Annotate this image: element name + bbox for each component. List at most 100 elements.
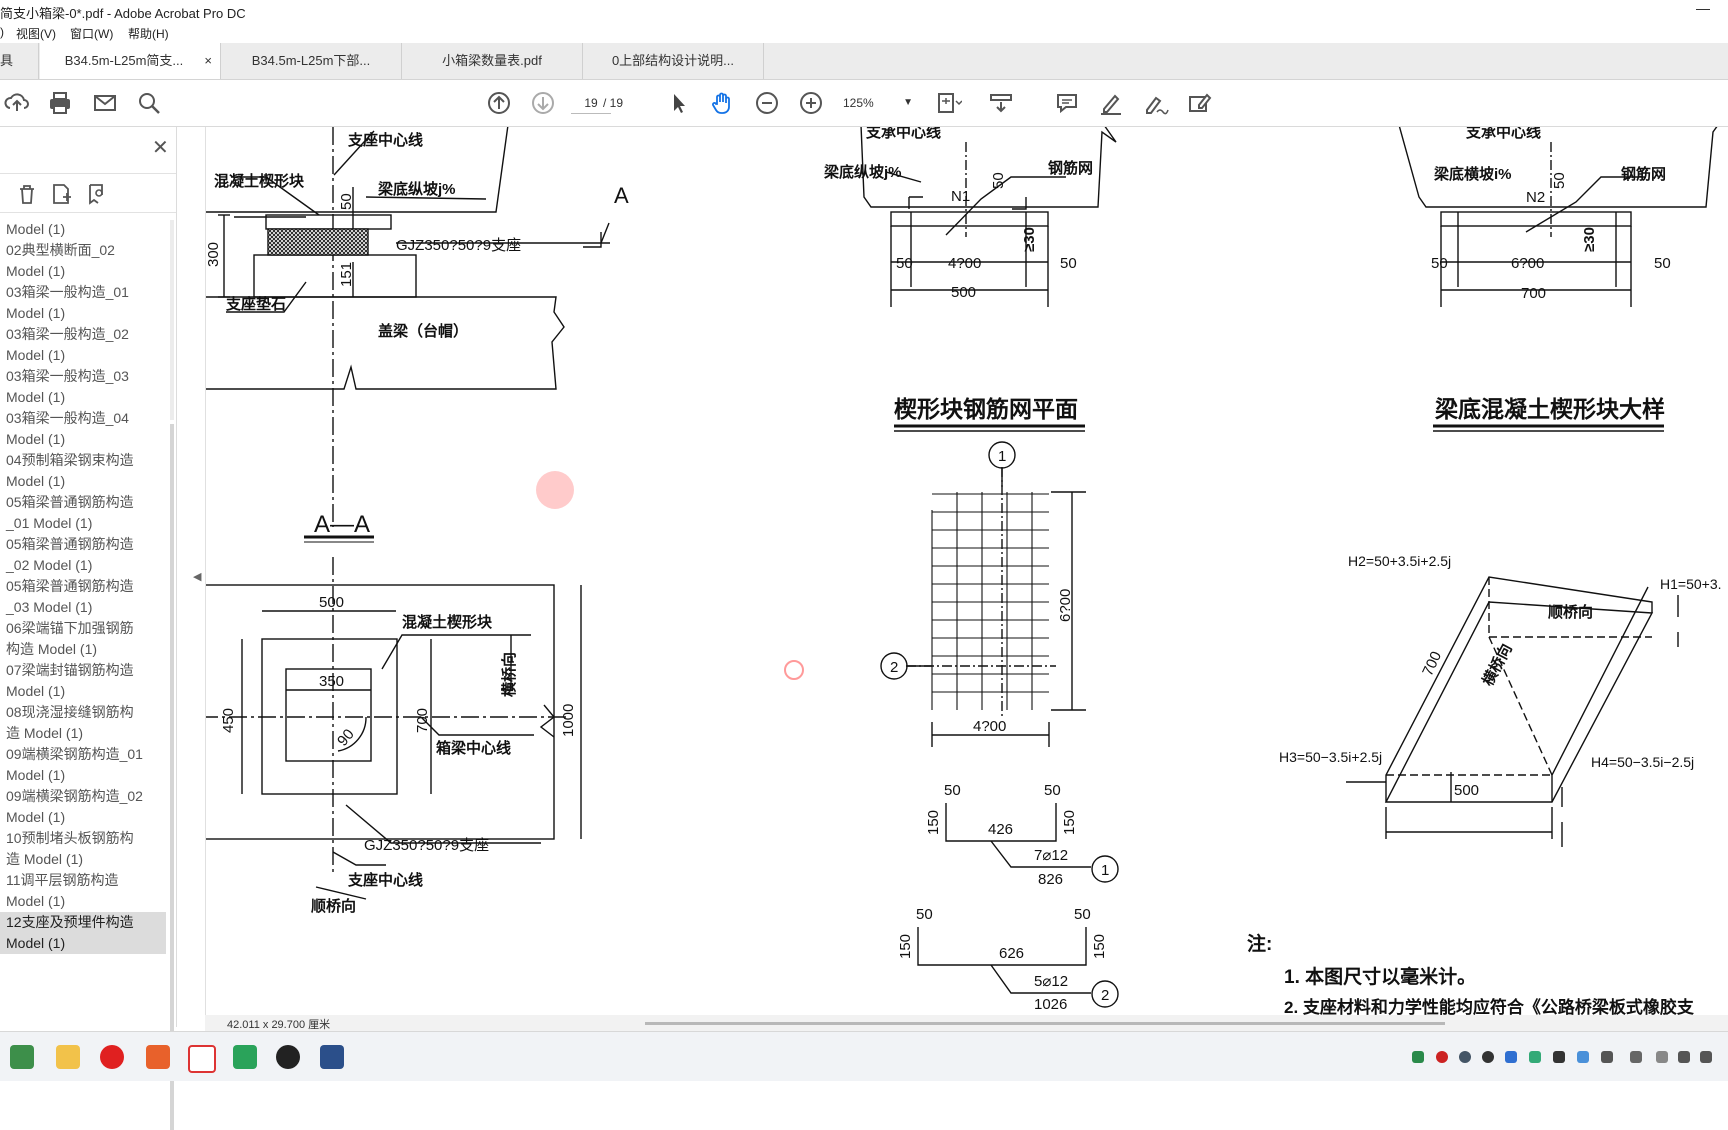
nvidia-icon[interactable] <box>1529 1051 1541 1063</box>
menu-item-help[interactable]: 帮助(H) <box>128 25 169 42</box>
sign-pen-icon[interactable] <box>1141 89 1169 117</box>
bookmark-item[interactable]: 03箱梁一般构造_01 <box>0 282 166 303</box>
bookmark-item[interactable]: _02 Model (1) <box>0 555 166 576</box>
bluetooth-icon[interactable] <box>1505 1051 1517 1063</box>
menu-item-window[interactable]: 窗口(W) <box>70 25 113 42</box>
find-bookmark-icon[interactable] <box>85 182 109 206</box>
bookmark-item[interactable]: 03箱梁一般构造_02 <box>0 324 166 345</box>
horizontal-scrollbar[interactable] <box>645 1022 1445 1025</box>
label-slope-tr: 梁底横坡i% <box>1433 165 1512 183</box>
bookmark-item[interactable]: Model (1) <box>0 765 166 786</box>
minimize-button[interactable]: — <box>1696 0 1710 16</box>
bookmark-item[interactable]: 06梁端锚下加强钢筋 <box>0 618 166 639</box>
bookmark-item[interactable]: 09端横梁钢筋构造_02 <box>0 786 166 807</box>
bookmark-item[interactable]: 10预制堵头板钢筋构 <box>0 828 166 849</box>
zoom-out-icon[interactable] <box>753 89 781 117</box>
fit-page-icon[interactable] <box>934 89 963 117</box>
tray-icon-1[interactable] <box>1412 1051 1424 1063</box>
label-tc2: 支承中心线 <box>1465 127 1541 141</box>
collapse-panel-icon[interactable]: ◀ <box>193 570 201 583</box>
comment-icon[interactable] <box>1053 89 1081 117</box>
bookmark-item[interactable]: 11调平层钢筋构造 <box>0 870 166 891</box>
acrobat-app-icon[interactable] <box>188 1045 216 1073</box>
bookmark-item[interactable]: _01 Model (1) <box>0 513 166 534</box>
tray-icon-4[interactable] <box>1482 1051 1494 1063</box>
bookmark-item[interactable]: Model (1) <box>0 261 166 282</box>
bookmark-item[interactable]: 05箱梁普通钢筋构造 <box>0 534 166 555</box>
tab-close-button[interactable]: × <box>204 43 212 79</box>
dim-90: 90 <box>334 726 358 750</box>
bookmark-item[interactable]: Model (1) <box>0 303 166 324</box>
hand-tool-icon[interactable] <box>709 89 737 117</box>
tray-icon-3[interactable] <box>1459 1051 1471 1063</box>
microphone-icon[interactable] <box>1630 1051 1642 1063</box>
bookmark-item[interactable]: 构造 Model (1) <box>0 639 166 660</box>
bookmark-item[interactable]: Model (1) <box>0 219 166 240</box>
menu-item-fragment[interactable]: ) <box>0 25 4 39</box>
tab-document-1[interactable]: B34.5m-L25m简支... × <box>40 43 221 79</box>
bookmark-item[interactable]: Model (1) <box>0 933 166 954</box>
bookmark-item[interactable]: Model (1) <box>0 345 166 366</box>
print-icon[interactable] <box>46 89 74 117</box>
input-method-icon[interactable] <box>1656 1051 1668 1063</box>
bookmark-item[interactable]: 05箱梁普通钢筋构造 <box>0 492 166 513</box>
bookmark-item[interactable]: 08现浇湿接缝钢筋构 <box>0 702 166 723</box>
bookmark-item[interactable]: 03箱梁一般构造_03 <box>0 366 166 387</box>
bookmark-item[interactable]: 09端横梁钢筋构造_01 <box>0 744 166 765</box>
bookmark-item[interactable]: 造 Model (1) <box>0 723 166 744</box>
tab-tools[interactable]: 具 <box>0 43 39 79</box>
volume-icon[interactable] <box>1700 1051 1712 1063</box>
bookmark-item[interactable]: 03箱梁一般构造_04 <box>0 408 166 429</box>
tray-icon-9[interactable] <box>1601 1051 1613 1063</box>
menu-item-view[interactable]: 视图(V) <box>16 25 56 42</box>
bookmark-item[interactable]: 05箱梁普通钢筋构造 <box>0 576 166 597</box>
email-icon[interactable] <box>91 89 119 117</box>
network-icon[interactable] <box>1678 1051 1690 1063</box>
security-icon[interactable] <box>1577 1051 1589 1063</box>
zoom-in-icon[interactable] <box>797 89 825 117</box>
select-arrow-icon[interactable] <box>665 89 693 117</box>
cad-app-icon[interactable] <box>320 1045 344 1069</box>
file-explorer-icon[interactable] <box>56 1045 80 1069</box>
label-slope-long: 梁底纵坡j% <box>377 180 456 198</box>
scroll-mode-icon[interactable] <box>987 89 1015 117</box>
zoom-value: 125% <box>843 96 874 110</box>
bookmark-item[interactable]: 07梁端封锚钢筋构造 <box>0 660 166 681</box>
sidebar-scrollbar[interactable] <box>170 424 174 1130</box>
netease-music-icon[interactable] <box>100 1045 124 1069</box>
tab-document-2[interactable]: B34.5m-L25m下部... <box>221 43 402 79</box>
stamp-edit-icon[interactable] <box>1185 89 1213 117</box>
tab-document-3[interactable]: 小箱梁数量表.pdf <box>402 43 583 79</box>
bookmark-item[interactable]: 04预制箱梁钢束构造 <box>0 450 166 471</box>
new-bookmark-icon[interactable] <box>49 182 73 206</box>
delete-bookmark-icon[interactable] <box>15 182 39 206</box>
bookmark-item[interactable]: _03 Model (1) <box>0 597 166 618</box>
tray-icon-7[interactable] <box>1553 1051 1565 1063</box>
upload-cloud-icon[interactable] <box>3 89 31 117</box>
next-page-icon[interactable] <box>529 89 557 117</box>
bookmark-item[interactable]: Model (1) <box>0 429 166 450</box>
label-trans: 横桥向 <box>500 652 518 697</box>
bookmark-item[interactable]: Model (1) <box>0 807 166 828</box>
presentation-app-icon[interactable] <box>146 1045 170 1069</box>
recorder-app-icon[interactable] <box>276 1045 300 1069</box>
zoom-level-select[interactable]: 125% ▼ <box>843 93 913 113</box>
search-icon[interactable] <box>135 89 163 117</box>
highlight-pen-icon[interactable] <box>1097 89 1125 117</box>
previous-page-icon[interactable] <box>485 89 513 117</box>
close-panel-button[interactable]: ✕ <box>152 135 169 160</box>
label-bearing: GJZ350?50?9支座 <box>396 237 521 254</box>
label-pad: 支座垫石 <box>225 295 286 313</box>
tab-document-4[interactable]: 0上部结构设计说明... <box>583 43 764 79</box>
bookmark-item[interactable]: Model (1) <box>0 891 166 912</box>
notepad-app-icon[interactable] <box>10 1045 34 1069</box>
bookmark-item[interactable]: Model (1) <box>0 471 166 492</box>
tray-icon-2[interactable] <box>1436 1051 1448 1063</box>
spreadsheet-app-icon[interactable] <box>233 1045 257 1069</box>
bookmark-item[interactable]: Model (1) <box>0 387 166 408</box>
pdf-viewport[interactable]: 支座中心线 混凝土楔形块 梁底纵坡j% 支座垫石 盖梁（台帽） 混凝土楔形块 箱… <box>205 127 1728 1019</box>
bookmark-item[interactable]: 12支座及预埋件构造 <box>0 912 166 933</box>
bookmark-item[interactable]: Model (1) <box>0 681 166 702</box>
bookmark-item[interactable]: 造 Model (1) <box>0 849 166 870</box>
bookmark-item[interactable]: 02典型横断面_02 <box>0 240 166 261</box>
